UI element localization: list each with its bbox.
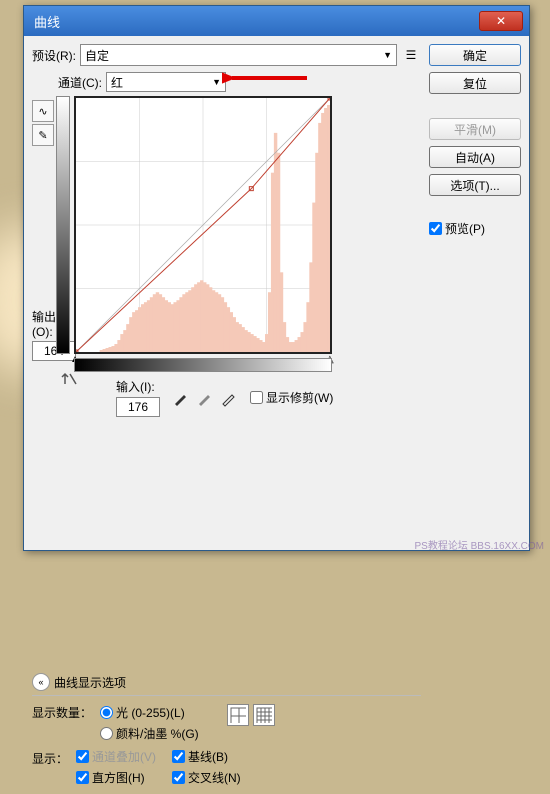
cb-channel-overlay[interactable]: 通道叠加(V) [76, 748, 156, 765]
chevron-down-icon: ▼ [383, 50, 392, 60]
channel-value: 红 [111, 74, 123, 91]
preset-label: 预设(R): [32, 47, 76, 64]
vertical-gradient [56, 96, 70, 354]
disclosure-label: 曲线显示选项 [54, 674, 126, 691]
output-label: 输出(O): [32, 308, 56, 339]
window-title: 曲线 [30, 12, 479, 31]
cb-histogram[interactable]: 直方图(H) [76, 769, 156, 786]
curve-tool-point[interactable]: ∿ [32, 100, 54, 122]
curves-dialog: 曲线 ✕ 预设(R): 自定 ▼ ☰ 通道(C): 红 ▼ [23, 5, 530, 551]
reset-button[interactable]: 复位 [429, 72, 521, 94]
auto-button[interactable]: 自动(A) [429, 146, 521, 168]
ok-button[interactable]: 确定 [429, 44, 521, 66]
watermark: PS教程论坛 BBS.16XX.COM [415, 537, 544, 552]
radio-light[interactable]: 光 (0-255)(L) [100, 704, 199, 721]
channel-label: 通道(C): [58, 74, 102, 91]
grid-coarse-icon[interactable] [227, 704, 249, 726]
cb-baseline[interactable]: 基线(B) [172, 748, 241, 765]
preset-value: 自定 [85, 47, 109, 64]
disclosure-toggle[interactable]: « [32, 673, 50, 691]
cb-intersection[interactable]: 交叉线(N) [172, 769, 241, 786]
curve-graph[interactable] [74, 96, 332, 354]
titlebar[interactable]: 曲线 ✕ [24, 6, 529, 36]
eyedropper-black-icon[interactable] [172, 389, 190, 407]
channel-select[interactable]: 红 ▼ [106, 72, 226, 92]
grid-fine-icon[interactable] [253, 704, 275, 726]
show-label: 显示： [32, 748, 68, 767]
annotation-arrow-icon [222, 68, 312, 88]
show-amount-label: 显示数量： [32, 704, 92, 721]
eyedropper-gray-icon[interactable] [196, 389, 214, 407]
close-button[interactable]: ✕ [479, 11, 523, 31]
curve-tool-draw[interactable]: ✎ [32, 124, 54, 146]
preset-menu-icon[interactable]: ☰ [401, 45, 421, 65]
preview-checkbox[interactable]: 预览(P) [429, 220, 521, 237]
options-button[interactable]: 选项(T)... [429, 174, 521, 196]
chevron-down-icon: ▼ [212, 77, 221, 87]
preset-select[interactable]: 自定 ▼ [80, 44, 397, 66]
input-input[interactable] [116, 397, 160, 417]
radio-pigment[interactable]: 颜料/油墨 %(G) [100, 725, 199, 742]
horizontal-gradient [74, 358, 332, 372]
smooth-button: 平滑(M) [429, 118, 521, 140]
eyedropper-white-icon[interactable] [220, 389, 238, 407]
show-clipping-checkbox[interactable]: 显示修剪(W) [250, 389, 333, 406]
target-adjust-icon[interactable] [58, 369, 80, 391]
input-label: 输入(I): [116, 378, 160, 395]
